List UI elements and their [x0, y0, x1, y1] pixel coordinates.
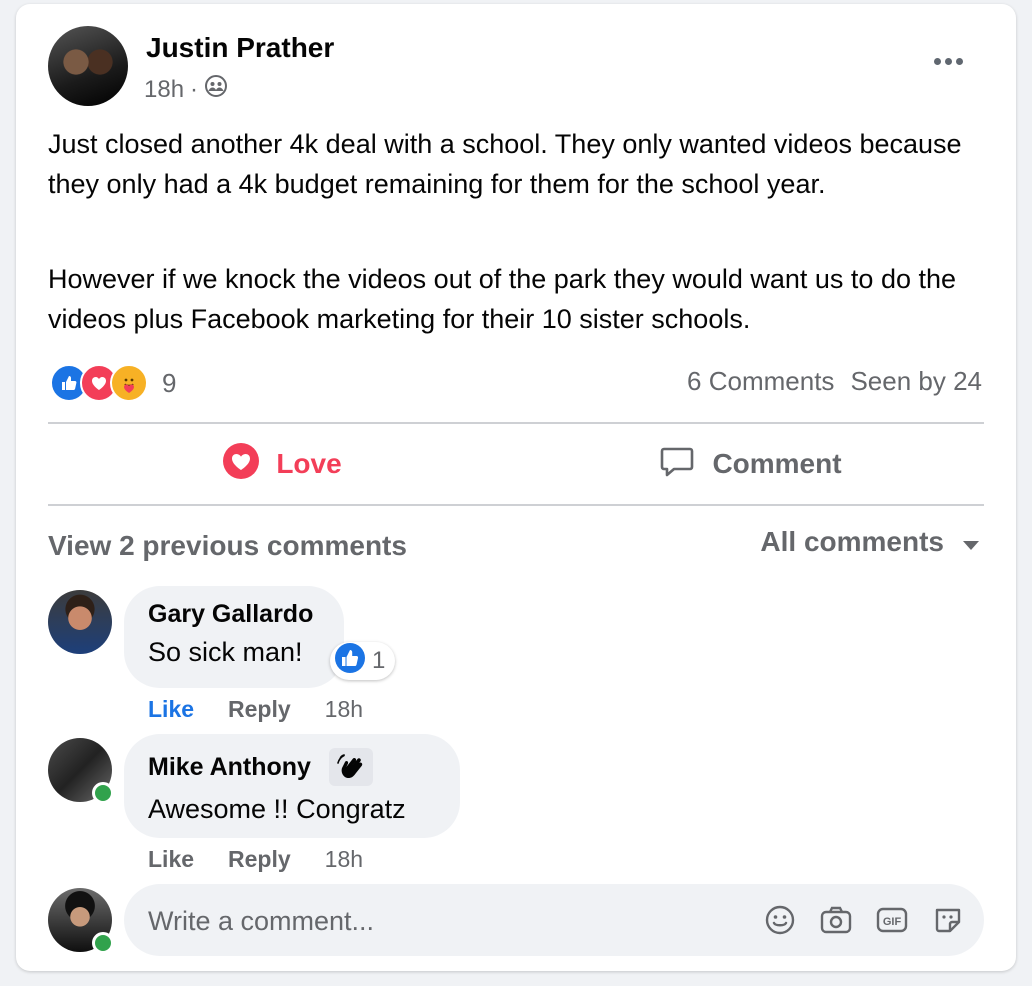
- comment-bubble: Gary Gallardo So sick man!: [124, 586, 344, 688]
- comment-like-button[interactable]: Like: [148, 846, 194, 873]
- commenter-name: Mike Anthony: [148, 748, 436, 786]
- comment-reaction-count: 1: [372, 647, 386, 674]
- post-meta: 18h ·: [144, 74, 228, 105]
- comment-button[interactable]: Comment: [516, 424, 984, 504]
- online-status-dot: [92, 932, 114, 954]
- love-button[interactable]: Love: [48, 424, 516, 504]
- comment-bubble: Mike Anthony Awesome !! Congratz: [124, 734, 460, 838]
- comment-time[interactable]: 18h: [325, 696, 363, 723]
- reaction-count: 9: [162, 367, 177, 398]
- comment-text: So sick man!: [148, 637, 303, 667]
- comment-reply-button[interactable]: Reply: [228, 846, 291, 873]
- seen-by-link[interactable]: Seen by 24: [850, 366, 982, 397]
- online-status-dot: [92, 782, 114, 804]
- meta-separator: ·: [190, 75, 199, 103]
- comments-count-link[interactable]: 6 Comments: [687, 366, 834, 397]
- commenter-name[interactable]: Gary Gallardo: [148, 600, 320, 629]
- comment-filter-label: All comments: [760, 526, 944, 557]
- view-previous-comments-link[interactable]: View 2 previous comments: [48, 530, 407, 562]
- author-avatar[interactable]: [48, 26, 128, 106]
- love-icon: [222, 442, 260, 487]
- comment-label: Comment: [712, 448, 842, 479]
- post-time[interactable]: 18h: [144, 76, 184, 104]
- comment-filter-dropdown[interactable]: All comments: [760, 526, 980, 558]
- comment-like-button[interactable]: Like: [148, 696, 194, 723]
- commenter-name-text[interactable]: Mike Anthony: [148, 753, 311, 782]
- composer-icons: GIF: [762, 902, 966, 938]
- post-paragraph: However if we knock the videos out of th…: [48, 264, 957, 334]
- comment-icon: [658, 442, 696, 487]
- comment-input[interactable]: Write a comment... GIF: [124, 884, 984, 956]
- caret-down-icon: [962, 526, 980, 558]
- comment-time[interactable]: 18h: [325, 846, 363, 873]
- camera-icon[interactable]: [818, 902, 854, 938]
- comment-text: Awesome !! Congratz: [148, 794, 406, 824]
- care-icon: [110, 364, 148, 402]
- divider: [48, 504, 984, 506]
- comment-reaction-badge[interactable]: 1: [330, 642, 396, 681]
- like-icon: [334, 642, 366, 681]
- comment-input-placeholder[interactable]: Write a comment...: [148, 906, 374, 937]
- reaction-summary[interactable]: 9: [50, 364, 176, 402]
- gif-icon[interactable]: GIF: [874, 902, 910, 938]
- comment-actions: Like Reply 18h: [148, 696, 363, 723]
- author-name[interactable]: Justin Prather: [146, 32, 334, 64]
- friends-icon[interactable]: [204, 74, 228, 105]
- post-stats: 6 Comments Seen by 24: [687, 366, 982, 397]
- post-card: Justin Prather 18h · Just closed another…: [16, 4, 1016, 971]
- commenter-name-text[interactable]: Gary Gallardo: [148, 600, 313, 629]
- post-paragraph: Just closed another 4k deal with a schoo…: [48, 129, 962, 199]
- more-options-icon[interactable]: [928, 46, 968, 76]
- emoji-icon[interactable]: [762, 902, 798, 938]
- svg-text:GIF: GIF: [883, 916, 902, 928]
- wave-icon[interactable]: [328, 748, 373, 786]
- commenter-avatar[interactable]: [48, 590, 112, 654]
- love-label: Love: [276, 448, 342, 479]
- comment-reply-button[interactable]: Reply: [228, 696, 291, 723]
- sticker-icon[interactable]: [930, 902, 966, 938]
- comment-actions: Like Reply 18h: [148, 846, 363, 873]
